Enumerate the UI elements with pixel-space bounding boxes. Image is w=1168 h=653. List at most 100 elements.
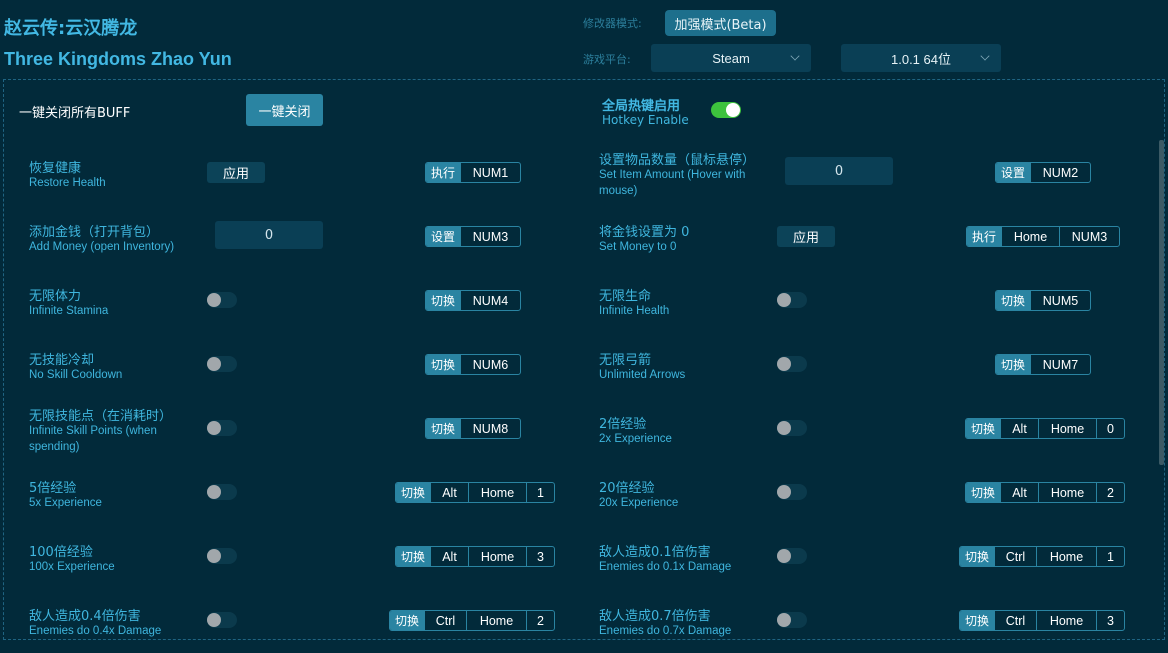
cheat-label-cn: 敌人造成0.4倍伤害 bbox=[29, 609, 141, 624]
mode-label: 修改器模式: bbox=[583, 17, 642, 30]
amount-input[interactable]: 0 bbox=[215, 221, 323, 249]
hotkey-key[interactable]: NUM3 bbox=[1059, 227, 1119, 246]
toggle-knob bbox=[777, 357, 791, 371]
hotkey-group[interactable]: 切换 Ctrl Home 1 bbox=[958, 546, 1125, 567]
cheat-label-en: No Skill Cooldown bbox=[29, 369, 123, 381]
hotkey-action-label: 切换 bbox=[965, 483, 1000, 502]
hotkey-action-label: 切换 bbox=[389, 611, 424, 630]
hotkey-key[interactable]: Home bbox=[1036, 547, 1096, 566]
hotkey-action-label: 切换 bbox=[995, 355, 1030, 374]
hotkey-action-label: 切换 bbox=[965, 419, 1000, 438]
hotkey-group[interactable]: 设置 NUM3 bbox=[424, 226, 521, 247]
hotkey-key[interactable]: 1 bbox=[1096, 547, 1124, 566]
hotkey-key[interactable]: 1 bbox=[526, 483, 554, 502]
toggle-knob bbox=[207, 549, 221, 563]
close-all-button[interactable]: 一键关闭 bbox=[246, 94, 323, 126]
cheat-toggle[interactable] bbox=[777, 356, 807, 372]
scrollbar[interactable] bbox=[1159, 140, 1164, 465]
hotkey-key[interactable]: 3 bbox=[1096, 611, 1124, 630]
cheat-label-en: 100x Experience bbox=[29, 561, 115, 573]
hotkey-key[interactable]: Home bbox=[468, 547, 526, 566]
hotkey-key[interactable]: 0 bbox=[1096, 419, 1124, 438]
platform-label: 游戏平台: bbox=[583, 53, 631, 66]
hotkey-key[interactable]: Ctrl bbox=[994, 611, 1036, 630]
hotkey-key[interactable]: Ctrl bbox=[994, 547, 1036, 566]
cheat-toggle[interactable] bbox=[777, 612, 807, 628]
hotkey-key[interactable]: 2 bbox=[1096, 483, 1124, 502]
hotkey-group[interactable]: 设置 NUM2 bbox=[994, 162, 1091, 183]
cheat-toggle[interactable] bbox=[207, 292, 237, 308]
hotkey-group[interactable]: 切换 NUM7 bbox=[994, 354, 1091, 375]
hotkey-key[interactable]: Home bbox=[468, 483, 526, 502]
cheat-label-en: Restore Health bbox=[29, 177, 106, 189]
cheat-label-cn: 设置物品数量（鼠标悬停） bbox=[599, 153, 756, 168]
amount-input[interactable]: 0 bbox=[785, 157, 893, 185]
cheat-toggle[interactable] bbox=[207, 484, 237, 500]
platform-value: Steam bbox=[712, 50, 750, 66]
hotkey-enable-toggle[interactable] bbox=[711, 102, 741, 118]
hotkey-group[interactable]: 切换 Alt Home 0 bbox=[964, 418, 1125, 439]
hotkey-key[interactable]: 2 bbox=[526, 611, 554, 630]
hotkey-action-label: 切换 bbox=[959, 611, 994, 630]
toggle-knob bbox=[207, 357, 221, 371]
hotkey-key[interactable]: Alt bbox=[1000, 483, 1038, 502]
hotkey-key[interactable]: Home bbox=[1001, 227, 1059, 246]
hotkey-key[interactable]: Home bbox=[1036, 611, 1096, 630]
hotkey-action-label: 设置 bbox=[995, 163, 1030, 182]
toggle-knob bbox=[207, 421, 221, 435]
hotkey-key[interactable]: NUM7 bbox=[1030, 355, 1090, 374]
hotkey-group[interactable]: 切换 Alt Home 3 bbox=[394, 546, 555, 567]
hotkey-key[interactable]: Alt bbox=[430, 547, 468, 566]
apply-button[interactable]: 应用 bbox=[777, 226, 835, 247]
hotkey-key[interactable]: NUM6 bbox=[460, 355, 520, 374]
cheat-toggle[interactable] bbox=[777, 292, 807, 308]
cheat-toggle[interactable] bbox=[207, 356, 237, 372]
cheat-toggle[interactable] bbox=[207, 612, 237, 628]
mode-button[interactable]: 加强模式(Beta) bbox=[665, 10, 776, 36]
hotkey-key[interactable]: NUM1 bbox=[460, 163, 520, 182]
toggle-knob bbox=[777, 485, 791, 499]
cheat-label-en: Infinite Skill Points (when spending) bbox=[29, 425, 157, 453]
version-select[interactable]: 1.0.1 64位 bbox=[841, 44, 1001, 72]
hotkey-key[interactable]: Alt bbox=[1000, 419, 1038, 438]
hotkey-key[interactable]: 3 bbox=[526, 547, 554, 566]
hotkey-group[interactable]: 切换 Alt Home 1 bbox=[394, 482, 555, 503]
hotkey-group[interactable]: 切换 NUM8 bbox=[424, 418, 521, 439]
hotkey-key[interactable]: Alt bbox=[430, 483, 468, 502]
cheat-toggle[interactable] bbox=[207, 420, 237, 436]
hotkey-group[interactable]: 切换 Alt Home 2 bbox=[964, 482, 1125, 503]
hotkey-action-label: 执行 bbox=[425, 163, 460, 182]
hotkey-group[interactable]: 切换 NUM5 bbox=[994, 290, 1091, 311]
hotkey-group[interactable]: 切换 NUM4 bbox=[424, 290, 521, 311]
cheat-toggle[interactable] bbox=[777, 548, 807, 564]
hotkey-key[interactable]: Home bbox=[1038, 483, 1096, 502]
hotkey-group[interactable]: 切换 NUM6 bbox=[424, 354, 521, 375]
hotkey-key[interactable]: NUM2 bbox=[1030, 163, 1090, 182]
hotkey-enable-label-en: Hotkey Enable bbox=[602, 113, 689, 127]
cheat-label-en: 20x Experience bbox=[599, 497, 679, 509]
hotkey-group[interactable]: 执行 Home NUM3 bbox=[965, 226, 1120, 247]
apply-button[interactable]: 应用 bbox=[207, 162, 265, 183]
cheat-label-en: Infinite Stamina bbox=[29, 305, 109, 317]
hotkey-action-label: 切换 bbox=[425, 355, 460, 374]
hotkey-action-label: 设置 bbox=[425, 227, 460, 246]
toggle-knob bbox=[207, 293, 221, 307]
hotkey-group[interactable]: 切换 Ctrl Home 3 bbox=[958, 610, 1125, 631]
cheat-label-cn: 敌人造成0.1倍伤害 bbox=[599, 545, 711, 560]
hotkey-key[interactable]: NUM4 bbox=[460, 291, 520, 310]
cheat-toggle[interactable] bbox=[207, 548, 237, 564]
hotkey-group[interactable]: 切换 Ctrl Home 2 bbox=[388, 610, 555, 631]
hotkey-group[interactable]: 执行 NUM1 bbox=[424, 162, 521, 183]
hotkey-key[interactable]: Ctrl bbox=[424, 611, 466, 630]
close-all-label: 一键关闭所有BUFF bbox=[19, 106, 131, 121]
hotkey-key[interactable]: Home bbox=[1038, 419, 1096, 438]
hotkey-key[interactable]: Home bbox=[466, 611, 526, 630]
platform-select[interactable]: Steam bbox=[651, 44, 811, 72]
cheat-label-cn: 20倍经验 bbox=[599, 481, 655, 496]
cheat-toggle[interactable] bbox=[777, 420, 807, 436]
hotkey-key[interactable]: NUM5 bbox=[1030, 291, 1090, 310]
cheat-toggle[interactable] bbox=[777, 484, 807, 500]
hotkey-key[interactable]: NUM3 bbox=[460, 227, 520, 246]
hotkey-key[interactable]: NUM8 bbox=[460, 419, 520, 438]
cheat-label-cn: 无技能冷却 bbox=[29, 353, 95, 368]
